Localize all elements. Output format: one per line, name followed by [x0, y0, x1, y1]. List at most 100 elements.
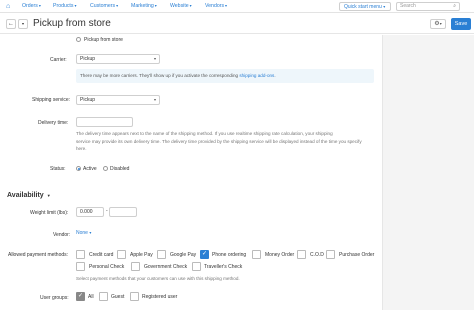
- payment-label-travellers-check: Traveller's Check: [204, 264, 243, 270]
- right-sidebar: [382, 35, 474, 310]
- payment-label-credit-card: Credit card: [89, 252, 114, 258]
- nav-customers[interactable]: Customers▾: [90, 3, 118, 9]
- nav-marketing-label: Marketing: [131, 3, 154, 9]
- shipping-service-label: Shipping service:: [32, 97, 71, 103]
- status-disabled-radio[interactable]: [103, 166, 108, 171]
- carriers-notice: There may be more carriers. They'll show…: [76, 69, 374, 83]
- chevron-down-icon: ▾: [153, 97, 156, 102]
- chevron-down-icon: ▾: [439, 21, 442, 26]
- home-icon[interactable]: ⌂: [6, 3, 13, 10]
- chevron-down-icon: ▾: [116, 3, 119, 8]
- chevron-down-icon: ▼: [46, 193, 51, 198]
- chevron-down-icon: ▾: [74, 3, 77, 8]
- payment-checkbox-travellers-check[interactable]: [192, 262, 201, 271]
- payment-label-purchase-order: Purchase Order: [339, 252, 375, 258]
- search-input[interactable]: Search ⌕: [396, 2, 460, 11]
- payment-checkbox-cod[interactable]: [297, 250, 306, 259]
- vendor-picker[interactable]: None ▾: [76, 230, 91, 236]
- payment-checkbox-government-check[interactable]: [131, 262, 140, 271]
- payment-checkbox-money-order[interactable]: [252, 250, 261, 259]
- nav-customers-label: Customers: [90, 3, 116, 9]
- nav-orders-label: Orders: [22, 3, 38, 9]
- payment-label-phone-ordering: Phone ordering: [212, 252, 247, 258]
- pickup-radio[interactable]: [76, 37, 81, 42]
- payment-label-google-pay: Google Pay: [170, 252, 197, 258]
- delivery-help-line: The delivery time appears next to the na…: [76, 131, 333, 136]
- pickup-radio-label: Pickup from store: [84, 37, 123, 43]
- nav-website[interactable]: Website▾: [170, 3, 192, 9]
- page-header: ← ▾ Pickup from store ⚙▾ Save: [0, 14, 474, 34]
- carrier-value: Pickup: [80, 56, 96, 62]
- payment-checkbox-personal-check[interactable]: [76, 262, 85, 271]
- carrier-select[interactable]: Pickup ▾: [76, 54, 160, 64]
- user-group-label-all: All: [88, 294, 94, 300]
- chevron-down-icon: ▾: [225, 3, 228, 8]
- chevron-down-icon: ▾: [189, 3, 192, 8]
- user-group-label-registered: Registered user: [142, 294, 178, 300]
- availability-section-title[interactable]: Availability ▼: [7, 192, 51, 199]
- availability-title: Availability: [7, 192, 44, 199]
- status-disabled-label: Disabled: [110, 166, 130, 172]
- notice-text: There may be more carriers. They'll show…: [80, 73, 239, 78]
- shipping-service-value: Pickup: [80, 97, 96, 103]
- nav-orders[interactable]: Orders▾: [22, 3, 41, 9]
- payment-label-personal-check: Personal Check: [89, 264, 125, 270]
- delivery-help-line: here.: [76, 146, 87, 151]
- nav-products-label: Products: [53, 3, 74, 9]
- chevron-down-icon: ▾: [154, 3, 157, 8]
- chevron-down-icon: ▾: [21, 21, 24, 26]
- status-active-radio[interactable]: [76, 166, 81, 171]
- payment-label-cod: C.O.D: [310, 252, 324, 258]
- user-group-checkbox-all[interactable]: ✓: [76, 292, 85, 301]
- payment-methods-label: Allowed payment methods:: [8, 252, 69, 258]
- payment-checkbox-purchase-order[interactable]: [326, 250, 335, 259]
- shipping-addons-link[interactable]: shipping add-ons: [239, 73, 274, 78]
- chevron-down-icon: ▾: [38, 3, 41, 8]
- delivery-time-label: Delivery time:: [38, 120, 69, 126]
- quick-start-label: Quick start menu: [344, 4, 382, 10]
- main-content: Pickup from store Carrier: Pickup ▾ There…: [0, 35, 382, 310]
- payment-label-apple-pay: Apple Pay: [130, 252, 153, 258]
- delivery-time-input[interactable]: [76, 117, 133, 127]
- shipping-service-select[interactable]: Pickup ▾: [76, 95, 160, 105]
- nav-products[interactable]: Products▾: [53, 3, 77, 9]
- chevron-down-icon: ▾: [383, 4, 386, 9]
- status-label: Status:: [50, 166, 66, 172]
- history-dropdown-button[interactable]: ▾: [18, 19, 28, 29]
- vendor-label: Vendor:: [53, 232, 71, 238]
- payment-checkbox-credit-card[interactable]: [76, 250, 85, 259]
- settings-dropdown-button[interactable]: ⚙▾: [430, 19, 446, 29]
- weight-max-input[interactable]: [109, 207, 137, 217]
- quick-start-menu-button[interactable]: Quick start menu ▾: [339, 2, 391, 11]
- user-group-checkbox-registered[interactable]: [130, 292, 139, 301]
- delivery-help-line: service may provide its own delivery tim…: [76, 138, 362, 144]
- arrow-left-icon: ←: [8, 21, 14, 27]
- search-placeholder: Search: [400, 3, 416, 9]
- save-button[interactable]: Save: [451, 18, 471, 30]
- top-navigation: ⌂ Orders▾ Products▾ Customers▾ Marketing…: [0, 0, 474, 13]
- weight-min-input[interactable]: 0.000: [76, 207, 104, 217]
- payment-help: Select payment methods that your custome…: [76, 276, 240, 281]
- checkmark-icon: ✓: [201, 251, 208, 257]
- payment-checkbox-google-pay[interactable]: [157, 250, 166, 259]
- delivery-help: The delivery time appears next to the na…: [76, 130, 362, 153]
- weight-separator: -: [106, 208, 108, 214]
- payment-checkbox-apple-pay[interactable]: [117, 250, 126, 259]
- payment-label-money-order: Money Order: [265, 252, 295, 258]
- nav-marketing[interactable]: Marketing▾: [131, 3, 157, 9]
- payment-checkbox-phone-ordering[interactable]: ✓: [200, 250, 209, 259]
- carrier-label: Carrier:: [50, 57, 67, 63]
- search-icon: ⌕: [453, 3, 456, 9]
- weight-limit-label: Weight limit (lbs):: [30, 210, 69, 216]
- checkmark-icon: ✓: [77, 293, 84, 299]
- chevron-down-icon: ▾: [153, 56, 156, 61]
- nav-vendors[interactable]: Vendors▾: [205, 3, 227, 9]
- nav-website-label: Website: [170, 3, 189, 9]
- status-active-label: Active: [83, 166, 97, 172]
- user-groups-label: User groups:: [40, 295, 69, 301]
- vendor-value: None: [76, 230, 88, 236]
- notice-end: .: [274, 73, 276, 78]
- back-button[interactable]: ←: [6, 19, 16, 29]
- nav-vendors-label: Vendors: [205, 3, 225, 9]
- user-group-checkbox-guest[interactable]: [99, 292, 108, 301]
